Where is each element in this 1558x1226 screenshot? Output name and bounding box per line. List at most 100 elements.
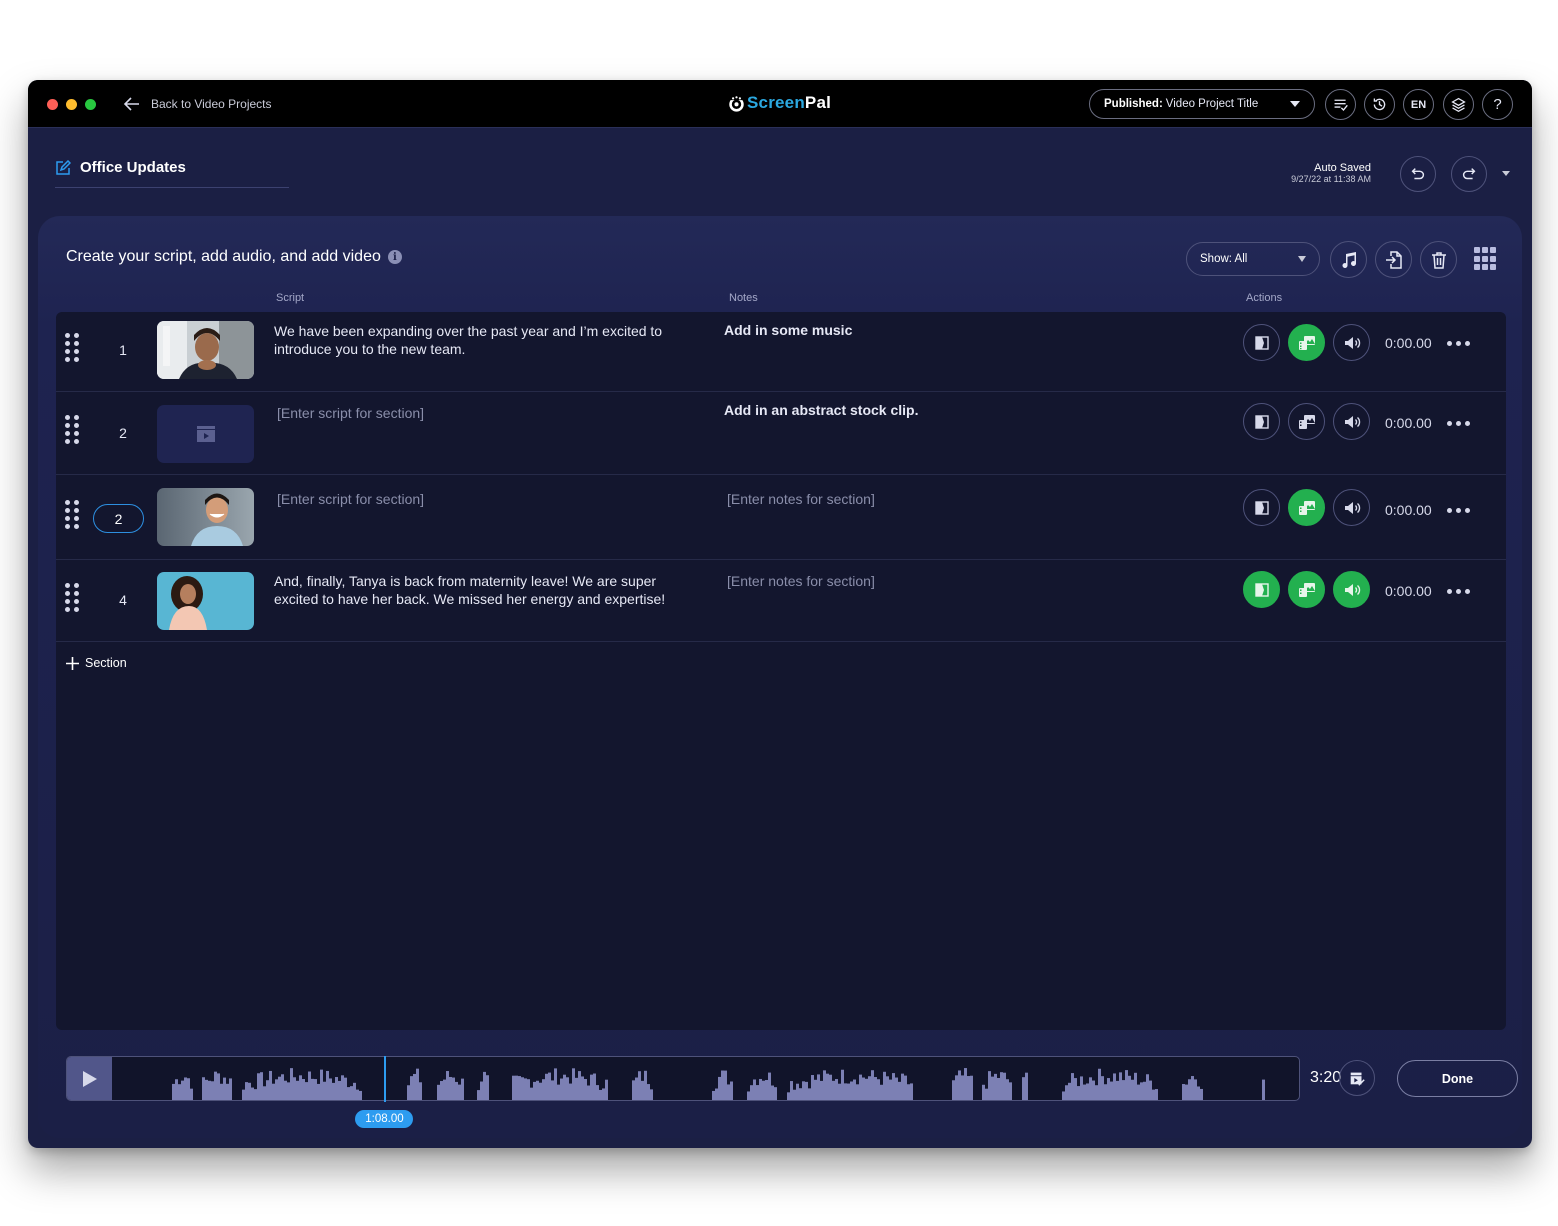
media-button[interactable] (1288, 403, 1325, 440)
waveform-bar (790, 1081, 793, 1100)
undo-button[interactable] (1400, 156, 1436, 192)
publish-status-dropdown[interactable]: Published: Video Project Title (1089, 89, 1315, 119)
edit-icon (56, 159, 71, 175)
drag-handle[interactable] (65, 583, 79, 612)
drag-handle[interactable] (65, 500, 79, 529)
section-thumbnail[interactable] (157, 321, 254, 379)
waveform-bar (1089, 1077, 1092, 1100)
info-icon[interactable]: i (387, 250, 402, 264)
waveform-bar (480, 1081, 483, 1100)
waveform-bar (311, 1078, 314, 1100)
waveform-bar (844, 1083, 847, 1100)
script-placeholder[interactable]: [Enter script for section] (277, 404, 697, 422)
layers-button[interactable] (1443, 89, 1474, 120)
section-thumbnail[interactable] (157, 572, 254, 630)
script-text[interactable]: We have been expanding over the past yea… (274, 322, 694, 358)
waveform-bar (202, 1077, 205, 1100)
media-library-icon (1298, 582, 1315, 597)
waveform-bar (768, 1072, 771, 1100)
waveform-bar (1077, 1086, 1080, 1100)
waveform-bar (799, 1088, 802, 1100)
drag-handle[interactable] (65, 333, 79, 362)
video-clapper-icon (196, 426, 215, 442)
help-button[interactable]: ? (1482, 89, 1513, 120)
section-thumbnail[interactable] (157, 488, 254, 546)
waveform-bar (242, 1089, 245, 1100)
back-to-projects-link[interactable]: Back to Video Projects (122, 94, 272, 114)
done-button[interactable]: Done (1397, 1060, 1518, 1097)
caret-down-icon (1298, 256, 1306, 262)
waveform-bar (290, 1068, 293, 1100)
audio-button[interactable] (1333, 571, 1370, 608)
minimize-window-button[interactable] (66, 99, 77, 110)
history-button[interactable] (1364, 89, 1395, 120)
project-title-field[interactable]: Office Updates (55, 159, 186, 176)
waveform-bar (605, 1079, 608, 1100)
waveform-bar (721, 1070, 724, 1100)
playhead[interactable] (384, 1056, 387, 1102)
waveform-bar (823, 1070, 826, 1100)
waveform-bar (796, 1083, 799, 1100)
waveform-bar (910, 1083, 913, 1100)
transition-button[interactable] (1243, 489, 1280, 526)
more-options-button[interactable] (1447, 341, 1470, 346)
script-text[interactable]: And, finally, Tanya is back from materni… (274, 572, 694, 608)
waveform-bar (527, 1079, 530, 1100)
waveform-bar (1110, 1081, 1113, 1100)
waveform-bar (838, 1083, 841, 1100)
waveform-bar (765, 1079, 768, 1100)
close-window-button[interactable] (47, 99, 58, 110)
waveform-bar (326, 1070, 329, 1100)
waveform-bar (1182, 1084, 1185, 1100)
audio-button[interactable] (1333, 324, 1370, 361)
waveform-bar (554, 1068, 557, 1100)
drag-handle[interactable] (65, 415, 79, 444)
waveform-bar (356, 1089, 359, 1100)
more-options-button[interactable] (1447, 421, 1470, 426)
grid-view-button[interactable] (1474, 247, 1498, 271)
notes-text[interactable]: Add in some music (724, 321, 1124, 339)
waveform-bar (1113, 1073, 1116, 1100)
waveform-bar (802, 1081, 805, 1100)
waveform-bar (416, 1068, 419, 1100)
notes-placeholder[interactable]: [Enter notes for section] (727, 490, 1127, 508)
notes-text[interactable]: Add in an abstract stock clip. (724, 401, 1124, 419)
edit-video-button[interactable] (1339, 1060, 1375, 1096)
more-options-button[interactable] (1447, 589, 1470, 594)
media-button[interactable] (1288, 571, 1325, 608)
section-thumbnail-empty[interactable] (157, 405, 254, 463)
waveform-bar (217, 1073, 220, 1100)
redo-button[interactable] (1451, 156, 1487, 192)
audio-button[interactable] (1333, 489, 1370, 526)
notes-placeholder[interactable]: [Enter notes for section] (727, 572, 1127, 590)
audio-timeline[interactable] (66, 1056, 1300, 1101)
waveform-bar (272, 1083, 275, 1100)
audio-button[interactable] (1333, 403, 1370, 440)
waveform-bar (750, 1085, 753, 1100)
show-filter-dropdown[interactable]: Show: All (1186, 242, 1320, 276)
transition-button[interactable] (1243, 571, 1280, 608)
delete-button[interactable] (1420, 241, 1457, 278)
waveform-bar (449, 1076, 452, 1100)
play-button[interactable] (67, 1057, 112, 1100)
checklist-button[interactable] (1325, 89, 1356, 120)
show-filter-value: Show: All (1200, 253, 1248, 265)
add-music-button[interactable] (1330, 241, 1367, 278)
script-placeholder[interactable]: [Enter script for section] (277, 490, 697, 508)
import-file-icon (1385, 250, 1402, 269)
waveform-bar (635, 1077, 638, 1100)
language-button[interactable]: EN (1403, 89, 1434, 120)
history-dropdown-caret[interactable] (1502, 171, 1510, 176)
transition-button[interactable] (1243, 324, 1280, 361)
waveform-bar (1104, 1084, 1107, 1100)
add-section-button[interactable]: Section (66, 656, 127, 670)
waveform-bar (985, 1088, 988, 1100)
import-button[interactable] (1375, 241, 1412, 278)
caret-down-icon (1290, 101, 1300, 107)
transition-button[interactable] (1243, 403, 1280, 440)
media-button[interactable] (1288, 324, 1325, 361)
section-number-input[interactable] (93, 504, 144, 533)
media-button[interactable] (1288, 489, 1325, 526)
more-options-button[interactable] (1447, 508, 1470, 513)
maximize-window-button[interactable] (85, 99, 96, 110)
